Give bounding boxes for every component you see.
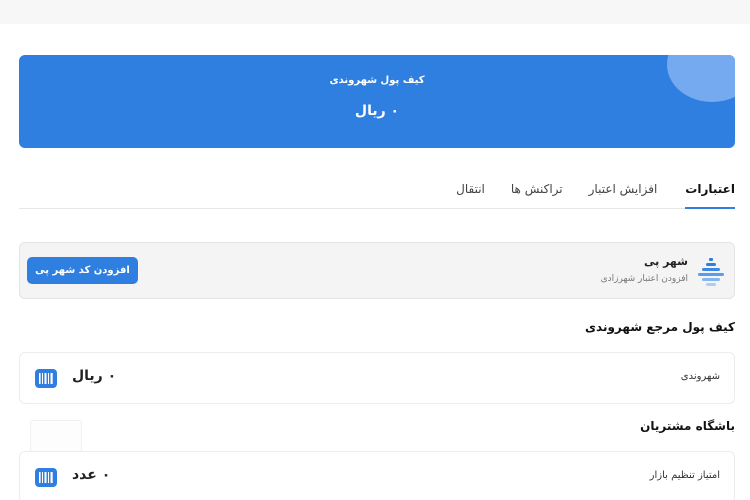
barcode-icon[interactable] [35, 468, 57, 487]
tab-add-credit[interactable]: افزایش اعتبار [589, 168, 658, 209]
citizen-wallet-label: شهروندی [680, 371, 720, 382]
tab-transfer[interactable]: انتقال [456, 168, 485, 209]
citizen-wallet-section-title: کیف پول مرجع شهروندی [585, 320, 735, 334]
market-points-label: امتیاز تنظیم بازار [649, 470, 720, 481]
market-points-row[interactable]: امتیاز تنظیم بازار ۰ عدد [19, 451, 735, 500]
top-bar [0, 0, 750, 24]
shahrpay-title: شهر پی [643, 255, 688, 268]
wallet-title: کیف پول شهروندی [329, 75, 425, 86]
citizen-wallet-row[interactable]: شهروندی ۰ ریال [19, 352, 735, 404]
wallet-amount: ۰ ریال [354, 103, 400, 119]
shahrpay-subtitle: افزودن اعتبار شهرزادی [600, 274, 688, 284]
tab-credits[interactable]: اعتبارات [685, 168, 735, 209]
shahrpay-logo-icon [698, 258, 724, 286]
tab-bar: اعتبارات افزایش اعتبار تراکنش ها انتقال [19, 168, 735, 209]
market-points-value: ۰ عدد [72, 467, 111, 483]
shahrpay-panel: شهر پی افزودن اعتبار شهرزادی افزودن کد ش… [19, 242, 735, 299]
wallet-balance-card: کیف پول شهروندی ۰ ریال [19, 55, 735, 148]
add-shahrpay-code-button[interactable]: افزودن کد شهر پی [27, 257, 138, 284]
customer-club-section-title: باشگاه مشتریان [640, 419, 735, 433]
citizen-wallet-value: ۰ ریال [72, 368, 117, 384]
tab-transactions[interactable]: تراکنش ها [511, 168, 563, 209]
barcode-icon[interactable] [35, 369, 57, 388]
